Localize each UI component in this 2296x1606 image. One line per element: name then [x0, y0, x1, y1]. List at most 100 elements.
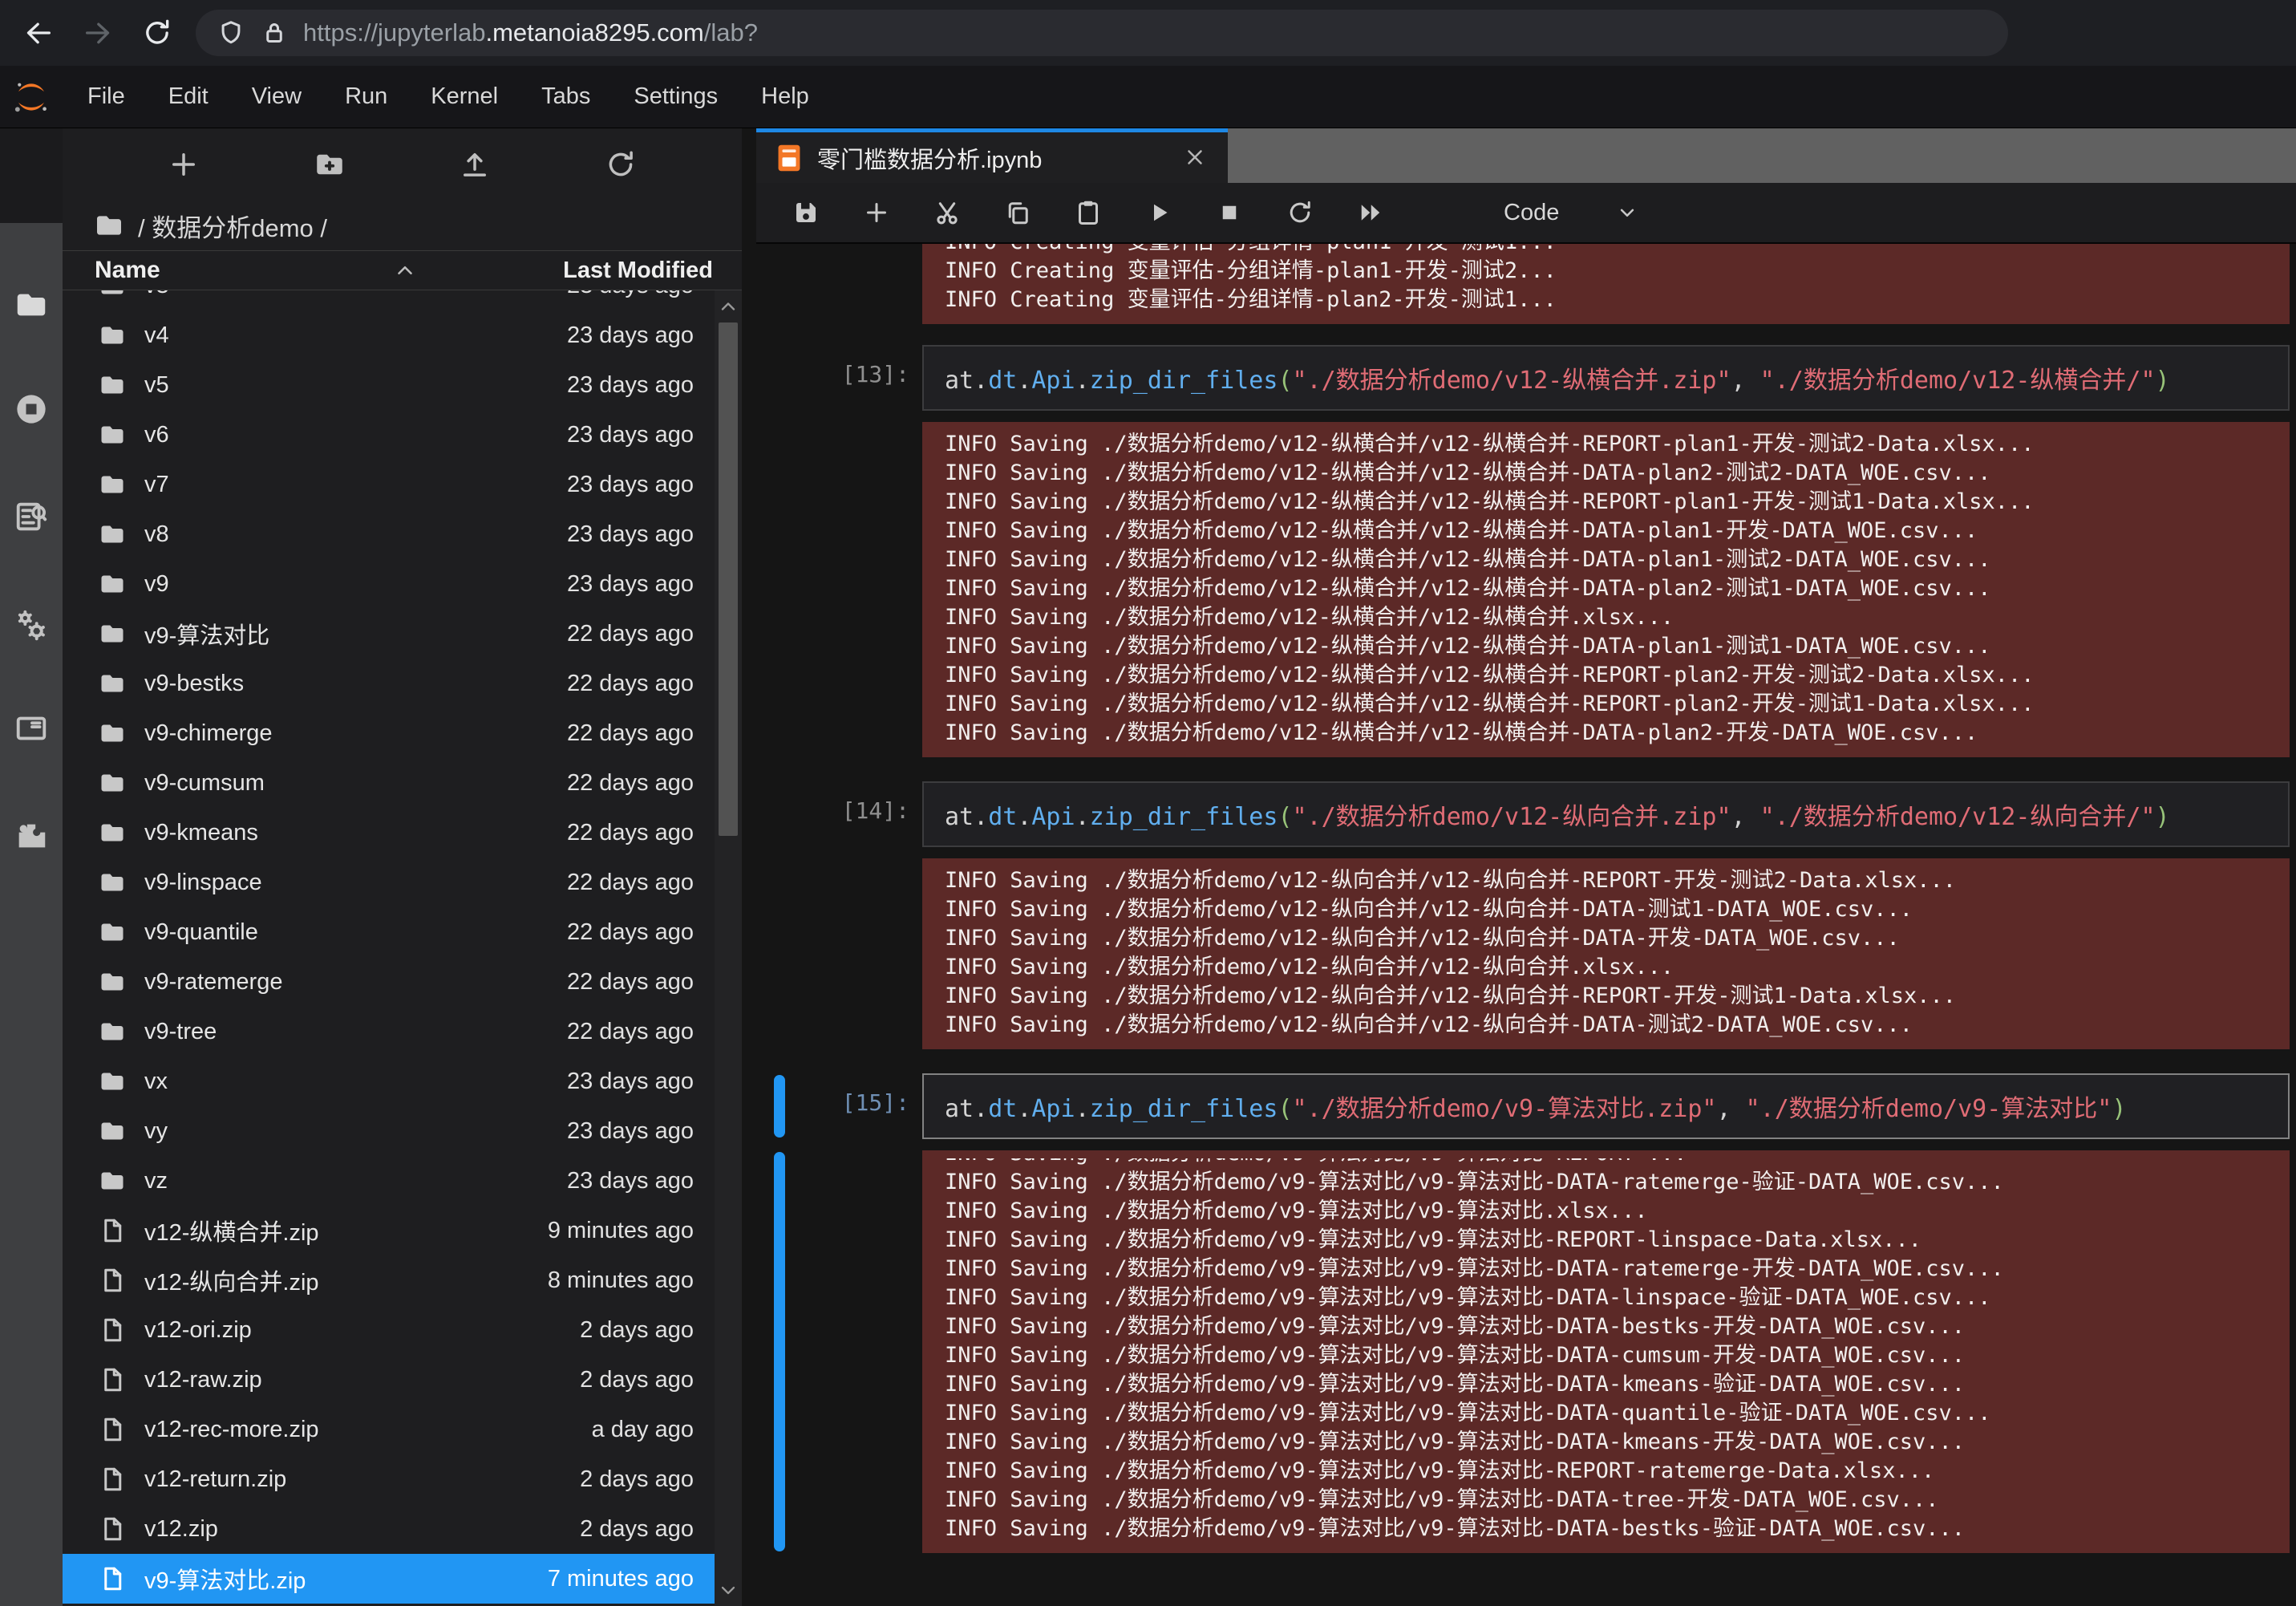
reload-icon[interactable] — [136, 12, 178, 54]
log-line: INFO Saving ./数据分析demo/v9-算法对比/v9-算法对比-R… — [945, 1457, 2290, 1486]
sidebar-tab-extension-manager-icon[interactable] — [12, 817, 51, 855]
save-button[interactable] — [788, 195, 824, 230]
back-icon[interactable] — [18, 12, 59, 54]
file-name: v9-linspace — [144, 870, 262, 896]
log-line: INFO Saving ./数据分析demo/v12-纵横合并/v12-纵横合并… — [945, 545, 2290, 574]
menu-settings[interactable]: Settings — [612, 66, 739, 128]
stop-kernel-button[interactable] — [1212, 195, 1247, 230]
cell-editor[interactable]: at.dt.Api.zip_dir_files("./数据分析demo/v12-… — [922, 345, 2290, 411]
log-line: INFO Creating 变量评估-分组详情-plan1-开发-测试2... — [945, 257, 2290, 286]
file-row[interactable]: v9-tree22 days ago — [63, 1007, 742, 1056]
menu-run[interactable]: Run — [323, 66, 409, 128]
scroll-up-icon[interactable] — [717, 295, 739, 318]
menu-kernel[interactable]: Kernel — [409, 66, 520, 128]
menu-view[interactable]: View — [230, 66, 323, 128]
file-row[interactable]: v12-ori.zip2 days ago — [63, 1305, 742, 1355]
file-row[interactable]: v9-chimerge22 days ago — [63, 708, 742, 758]
address-bar[interactable]: https://jupyterlab.metanoia8295.com/lab? — [196, 10, 2008, 56]
code-cell[interactable]: [15]:at.dt.Api.zip_dir_files("./数据分析demo… — [756, 1073, 2290, 1139]
file-row[interactable]: v9-算法对比.zip7 minutes ago — [63, 1554, 742, 1604]
file-name: v12-raw.zip — [144, 1367, 262, 1393]
breadcrumb-path: / 数据分析demo / — [138, 208, 327, 244]
code-cell[interactable]: [14]:at.dt.Api.zip_dir_files("./数据分析demo… — [756, 781, 2290, 847]
file-name: v9-tree — [144, 1019, 217, 1045]
shield-icon[interactable] — [217, 18, 245, 47]
file-row[interactable]: v823 days ago — [63, 509, 742, 559]
sidebar-tab-session-manager-icon[interactable] — [12, 606, 51, 645]
restart-kernel-button[interactable] — [1282, 195, 1318, 230]
menu-edit[interactable]: Edit — [147, 66, 230, 128]
log-line: INFO Saving ./数据分析demo/v12-纵横合并/v12-纵横合并… — [945, 661, 2290, 690]
file-row[interactable]: vz23 days ago — [63, 1156, 742, 1206]
file-row[interactable]: v9-bestks22 days ago — [63, 659, 742, 708]
sidebar-tab-property-inspector-icon[interactable] — [12, 497, 51, 536]
refresh-button[interactable] — [598, 142, 643, 187]
scroll-down-icon[interactable] — [717, 1579, 739, 1601]
file-row[interactable]: v12-纵向合并.zip8 minutes ago — [63, 1255, 742, 1305]
file-row[interactable]: v12-raw.zip2 days ago — [63, 1355, 742, 1405]
new-launcher-button[interactable] — [161, 142, 206, 187]
file-row[interactable]: v9-linspace22 days ago — [63, 858, 742, 907]
breadcrumb[interactable]: / 数据分析demo / — [63, 201, 742, 250]
new-folder-button[interactable] — [307, 142, 352, 187]
menu-file[interactable]: File — [66, 66, 147, 128]
sidebar-tab-file-browser-icon[interactable] — [12, 286, 51, 324]
cell-editor[interactable]: at.dt.Api.zip_dir_files("./数据分析demo/v12-… — [922, 781, 2290, 847]
file-modified: 22 days ago — [567, 770, 713, 797]
copy-cell-button[interactable] — [1000, 195, 1035, 230]
notebook-cells: INFO Creating 变量评估-分组详情-plan1-开发-测试1...I… — [756, 244, 2296, 1606]
file-row[interactable]: v9-cumsum22 days ago — [63, 758, 742, 808]
close-icon[interactable] — [1183, 145, 1209, 171]
scrollbar-thumb[interactable] — [719, 322, 738, 836]
restart-run-all-button[interactable] — [1353, 195, 1388, 230]
sidebar-tab-running-kernels-icon[interactable] — [12, 390, 51, 428]
lock-icon[interactable] — [260, 18, 289, 47]
paste-cell-button[interactable] — [1071, 195, 1106, 230]
cell-type-dropdown[interactable]: Code — [1504, 200, 1639, 226]
file-modified: a day ago — [592, 1417, 713, 1443]
run-cell-button[interactable] — [1141, 195, 1176, 230]
file-row[interactable]: v12-rec-more.zipa day ago — [63, 1405, 742, 1454]
file-row[interactable]: v623 days ago — [63, 410, 742, 460]
file-row[interactable]: v523 days ago — [63, 360, 742, 410]
file-list-scrollbar[interactable] — [715, 290, 742, 1606]
file-row[interactable]: v323 days ago — [63, 290, 742, 310]
column-name[interactable]: Name — [95, 257, 160, 284]
file-row[interactable]: v923 days ago — [63, 559, 742, 609]
cell-collapser[interactable] — [774, 1152, 785, 1551]
browser-toolbar: https://jupyterlab.metanoia8295.com/lab? — [0, 0, 2296, 66]
cell-output-area: INFO Saving ./数据分析demo/v12-纵横合并/v12-纵横合并… — [756, 422, 2290, 757]
cell-collapser[interactable] — [774, 1075, 785, 1138]
file-row[interactable]: v12-纵横合并.zip9 minutes ago — [63, 1206, 742, 1255]
column-last-modified[interactable]: Last Modified — [563, 258, 713, 284]
cell-editor[interactable]: at.dt.Api.zip_dir_files("./数据分析demo/v9-算… — [922, 1073, 2290, 1139]
cut-cell-button[interactable] — [929, 195, 965, 230]
upload-button[interactable] — [452, 142, 497, 187]
file-row[interactable]: v12.zip2 days ago — [63, 1504, 742, 1554]
code-cell[interactable]: [13]:at.dt.Api.zip_dir_files("./数据分析demo… — [756, 345, 2290, 411]
folder-icon — [93, 209, 125, 241]
notebook-tab[interactable]: 零门槛数据分析.ipynb — [756, 128, 1228, 183]
file-row[interactable]: v9-ratemerge22 days ago — [63, 957, 742, 1007]
file-icon — [98, 1365, 127, 1394]
forward-icon[interactable] — [77, 12, 119, 54]
menu-help[interactable]: Help — [739, 66, 831, 128]
log-line: INFO Saving ./数据分析demo/v9-算法对比/v9-算法对比.x… — [945, 1197, 2290, 1226]
add-cell-button[interactable] — [859, 195, 894, 230]
cell-output-area: INFO Saving ./数据分析demo/v9-算法对比/v9-算法对比-R… — [756, 1150, 2290, 1553]
tab-bar: 零门槛数据分析.ipynb — [756, 128, 2296, 183]
menu-tabs[interactable]: Tabs — [520, 66, 612, 128]
file-row[interactable]: v723 days ago — [63, 460, 742, 509]
file-row[interactable]: vx23 days ago — [63, 1056, 742, 1106]
log-line: INFO Saving ./数据分析demo/v12-纵横合并/v12-纵横合并… — [945, 603, 2290, 632]
file-row[interactable]: v423 days ago — [63, 310, 742, 360]
sidebar-tab-open-tabs-icon[interactable] — [12, 709, 51, 748]
file-row[interactable]: v9-kmeans22 days ago — [63, 808, 742, 858]
file-row[interactable]: v12-return.zip2 days ago — [63, 1454, 742, 1504]
file-row[interactable]: v9-算法对比22 days ago — [63, 609, 742, 659]
file-list-header: Name Last Modified — [63, 250, 742, 290]
file-name: v4 — [144, 322, 169, 349]
file-row[interactable]: v9-quantile22 days ago — [63, 907, 742, 957]
file-row[interactable]: vy23 days ago — [63, 1106, 742, 1156]
log-line: INFO Saving ./数据分析demo/v9-算法对比/v9-算法对比-D… — [945, 1428, 2290, 1457]
